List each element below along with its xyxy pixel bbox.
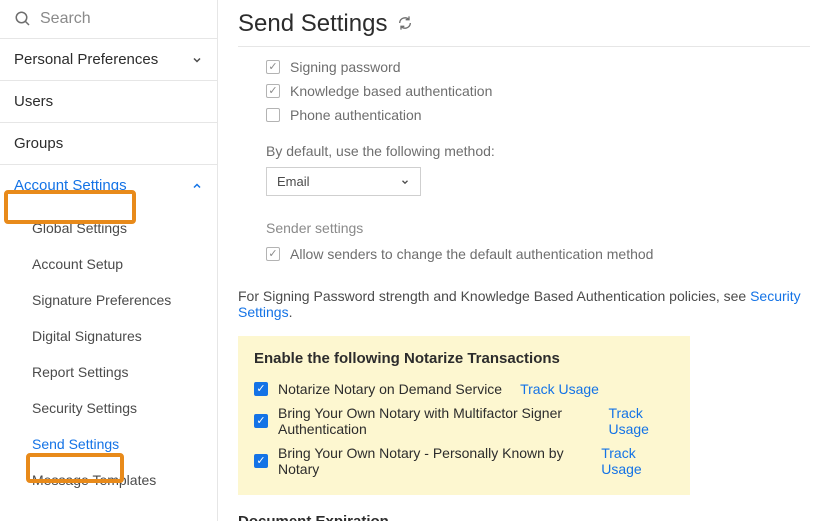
checkbox-icon (254, 454, 268, 468)
chevron-down-icon (400, 177, 410, 187)
track-usage-link[interactable]: Track Usage (520, 381, 599, 397)
checkbox-icon (266, 247, 280, 261)
checkbox-label: Signing password (290, 59, 401, 75)
account-settings-submenu: Global Settings Account Setup Signature … (0, 206, 217, 506)
auth-methods-section: Signing password Knowledge based authent… (238, 47, 810, 127)
nav-label: Account Settings (14, 177, 127, 194)
sidebar-item-signature-preferences[interactable]: Signature Preferences (0, 282, 217, 318)
refresh-icon[interactable] (397, 15, 413, 34)
page-title: Send Settings (238, 10, 387, 38)
notarize-section: Enable the following Notarize Transactio… (238, 336, 690, 495)
checkbox-phone-auth[interactable]: Phone authentication (266, 103, 810, 127)
checkbox-notary-on-demand[interactable]: Notarize Notary on Demand Service Track … (254, 377, 674, 401)
sidebar: Search Personal Preferences Users Groups… (0, 0, 218, 521)
checkbox-icon (266, 84, 280, 98)
sidebar-item-global-settings[interactable]: Global Settings (0, 210, 217, 246)
sidebar-item-account-setup[interactable]: Account Setup (0, 246, 217, 282)
nav-label: Groups (14, 135, 63, 152)
sidebar-item-security-settings[interactable]: Security Settings (0, 390, 217, 426)
sidebar-item-digital-signatures[interactable]: Digital Signatures (0, 318, 217, 354)
checkbox-label: Bring Your Own Notary with Multifactor S… (278, 405, 590, 437)
checkbox-kba[interactable]: Knowledge based authentication (266, 79, 810, 103)
checkbox-icon (266, 60, 280, 74)
sidebar-item-account-settings[interactable]: Account Settings (0, 165, 217, 206)
chevron-down-icon (191, 54, 203, 66)
nav-label: Users (14, 93, 53, 110)
nav-label: Personal Preferences (14, 51, 158, 68)
checkbox-byon-known[interactable]: Bring Your Own Notary - Personally Known… (254, 441, 674, 481)
main-content: Send Settings Signing password Knowledge… (218, 0, 830, 521)
checkbox-icon (254, 414, 268, 428)
default-method-select[interactable]: Email (266, 167, 421, 196)
checkbox-icon (266, 108, 280, 122)
sidebar-item-groups[interactable]: Groups (0, 123, 217, 165)
sidebar-item-personal-preferences[interactable]: Personal Preferences (0, 39, 217, 81)
checkbox-label: Phone authentication (290, 107, 422, 123)
search-icon (14, 10, 32, 28)
policy-text-prefix: For Signing Password strength and Knowle… (238, 288, 750, 304)
default-method-label: By default, use the following method: (238, 127, 810, 167)
checkbox-signing-password[interactable]: Signing password (266, 55, 810, 79)
checkbox-byon-mfa[interactable]: Bring Your Own Notary with Multifactor S… (254, 401, 674, 441)
checkbox-allow-senders[interactable]: Allow senders to change the default auth… (266, 242, 810, 266)
checkbox-label: Allow senders to change the default auth… (290, 246, 653, 262)
policy-note: For Signing Password strength and Knowle… (238, 266, 810, 334)
checkbox-label: Knowledge based authentication (290, 83, 492, 99)
sidebar-item-send-settings[interactable]: Send Settings (0, 426, 217, 462)
sender-settings-section: Allow senders to change the default auth… (238, 242, 810, 266)
checkbox-icon (254, 382, 268, 396)
sender-settings-label: Sender settings (238, 196, 810, 242)
checkbox-label: Notarize Notary on Demand Service (278, 381, 502, 397)
select-value: Email (277, 174, 310, 189)
track-usage-link[interactable]: Track Usage (601, 445, 674, 477)
sidebar-item-report-settings[interactable]: Report Settings (0, 354, 217, 390)
sidebar-item-users[interactable]: Users (0, 81, 217, 123)
track-usage-link[interactable]: Track Usage (608, 405, 674, 437)
chevron-up-icon (191, 180, 203, 192)
checkbox-label: Bring Your Own Notary - Personally Known… (278, 445, 583, 477)
notarize-title: Enable the following Notarize Transactio… (254, 350, 674, 367)
page-header: Send Settings (238, 10, 810, 47)
document-expiration-title: Document Expiration (238, 495, 810, 521)
search-placeholder: Search (40, 10, 91, 28)
search-input[interactable]: Search (0, 0, 217, 39)
sidebar-item-message-templates[interactable]: Message Templates (0, 462, 217, 498)
